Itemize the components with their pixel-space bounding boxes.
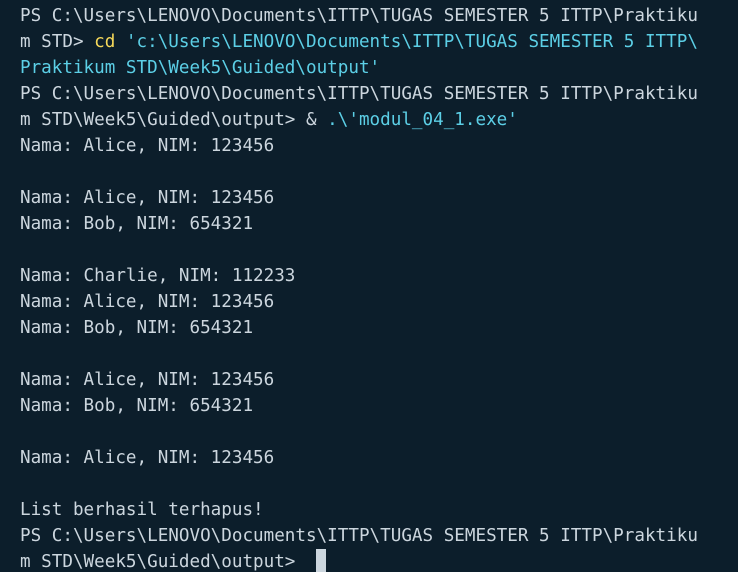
executable-name: .\'modul_04_1.exe' — [316, 110, 518, 130]
output-line: List berhasil terhapus! — [20, 500, 264, 520]
call-operator: & — [306, 110, 317, 130]
output-line: Nama: Charlie, NIM: 112233 — [20, 266, 296, 286]
command-argument: 'c:\Users\LENOVO\Documents\ITTP\TUGAS SE… — [115, 32, 698, 52]
command-keyword: cd — [94, 32, 116, 52]
terminal-window[interactable]: PS C:\Users\LENOVO\Documents\ITTP\TUGAS … — [0, 0, 738, 572]
prompt-line[interactable]: m STD\Week5\Guided\output> — [20, 549, 738, 572]
command-argument-continued: Praktikum STD\Week5\Guided\output' — [20, 58, 381, 78]
prompt-line: m STD\Week5\Guided\output> & .\'modul_04… — [20, 107, 738, 133]
output-line: Nama: Bob, NIM: 654321 — [20, 318, 254, 338]
prompt-path: m STD> — [20, 32, 95, 52]
output-line: Nama: Bob, NIM: 654321 — [20, 214, 254, 234]
prompt-line: m STD> cd 'c:\Users\LENOVO\Documents\ITT… — [20, 29, 738, 55]
output-line: Nama: Bob, NIM: 654321 — [20, 396, 254, 416]
prompt-line: PS C:\Users\LENOVO\Documents\ITTP\TUGAS … — [20, 6, 698, 26]
output-line: Nama: Alice, NIM: 123456 — [20, 136, 275, 156]
output-line: Nama: Alice, NIM: 123456 — [20, 188, 275, 208]
output-line: Nama: Alice, NIM: 123456 — [20, 292, 275, 312]
prompt-line: PS C:\Users\LENOVO\Documents\ITTP\TUGAS … — [20, 526, 698, 546]
prompt-line: PS C:\Users\LENOVO\Documents\ITTP\TUGAS … — [20, 84, 698, 104]
prompt-path: m STD\Week5\Guided\output> — [20, 552, 306, 572]
text-cursor — [316, 549, 326, 572]
output-line: Nama: Alice, NIM: 123456 — [20, 448, 275, 468]
prompt-path: m STD\Week5\Guided\output> — [20, 110, 306, 130]
output-line: Nama: Alice, NIM: 123456 — [20, 370, 275, 390]
